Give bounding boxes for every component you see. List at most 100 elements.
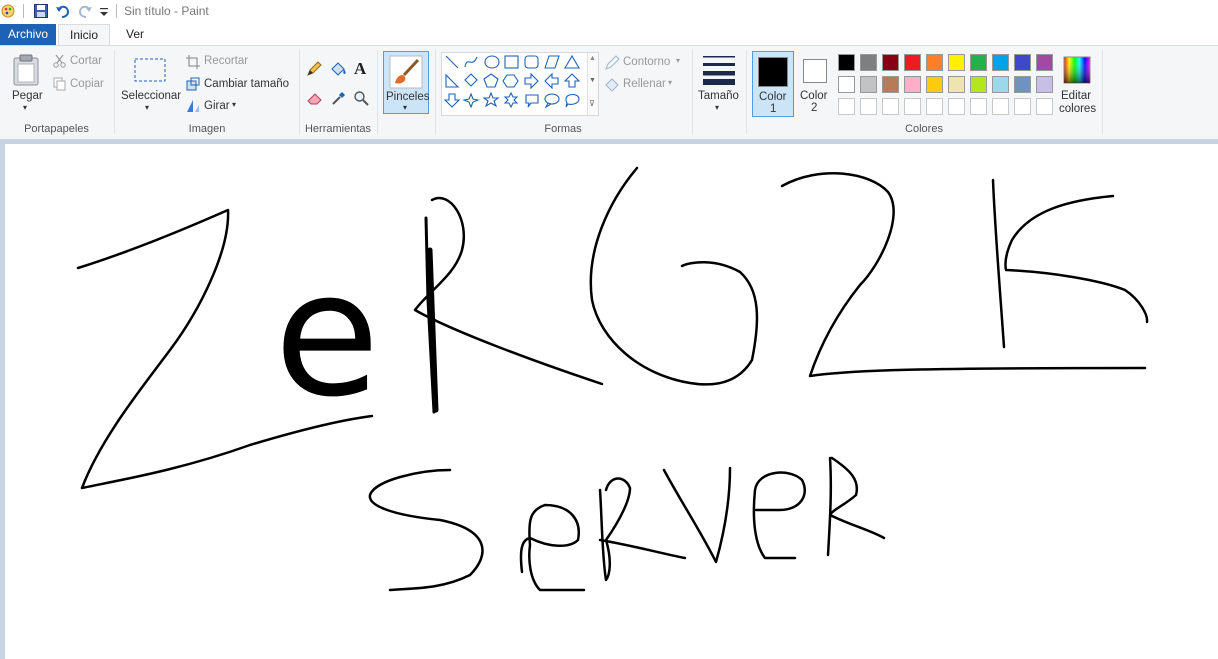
color-swatch[interactable] [948, 76, 965, 93]
shapes-scroll[interactable]: ▲ ▼ ⊽ [587, 53, 598, 115]
color-swatch[interactable] [838, 76, 855, 93]
color-swatch[interactable] [992, 76, 1009, 93]
resize-button[interactable]: Cambiar tamaño [204, 78, 289, 90]
color1-label-line1: Color [759, 91, 787, 103]
select-icon[interactable] [134, 58, 166, 82]
rotate-button[interactable]: Girar [204, 100, 230, 112]
title-bar: Sin título - Paint [0, 0, 1218, 24]
paste-button-label[interactable]: Pegar [12, 90, 43, 102]
canvas-text-e: e [274, 234, 380, 435]
color-picker-icon[interactable] [331, 90, 347, 106]
color-swatch[interactable] [1014, 76, 1031, 93]
fill-dropdown-arrow[interactable]: ▾ [668, 78, 672, 87]
outline-dropdown-arrow[interactable]: ▾ [676, 56, 680, 65]
shapes-more-icon[interactable]: ⊽ [589, 99, 595, 108]
custom-color-slot[interactable] [926, 98, 943, 115]
color2-button[interactable]: Color 2 [796, 51, 834, 117]
brushes-button[interactable]: Pinceles ▾ [383, 51, 429, 114]
redo-icon[interactable] [77, 3, 93, 19]
outline-button[interactable]: Contorno [623, 56, 670, 68]
canvas-area: e [0, 139, 1218, 659]
magnifier-icon[interactable] [353, 90, 369, 106]
custom-color-slot[interactable] [838, 98, 855, 115]
ribbon-tabs: Archivo Inicio Ver [0, 24, 1218, 46]
cut-button[interactable]: Cortar [70, 55, 102, 67]
shapes-scroll-up-icon[interactable]: ▲ [589, 55, 596, 62]
custom-color-slot[interactable] [860, 98, 877, 115]
color-swatch[interactable] [882, 76, 899, 93]
shapes-scroll-down-icon[interactable]: ▼ [589, 77, 596, 84]
paste-dropdown-arrow[interactable]: ▾ [23, 103, 27, 112]
window-title: Sin título - Paint [124, 4, 209, 18]
custom-color-slot[interactable] [992, 98, 1009, 115]
tab-archivo[interactable]: Archivo [0, 24, 56, 45]
shapes-gallery[interactable]: ▲ ▼ ⊽ [441, 52, 599, 116]
colors-group-label: Colores [905, 123, 943, 135]
color-swatch[interactable] [992, 54, 1009, 71]
text-tool-icon[interactable]: A [354, 59, 366, 79]
brushes-dropdown-arrow: ▾ [403, 103, 408, 112]
fill-icon [605, 78, 619, 92]
tab-ver[interactable]: Ver [115, 24, 155, 45]
color2-label-line2: 2 [811, 102, 818, 114]
custom-color-slot[interactable] [882, 98, 899, 115]
color2-swatch [803, 59, 827, 83]
tab-inicio[interactable]: Inicio [58, 24, 110, 46]
size-button-label[interactable]: Tamaño [698, 90, 739, 102]
color-swatch[interactable] [838, 54, 855, 71]
customize-quick-access-icon[interactable] [97, 3, 113, 19]
color-swatch[interactable] [1036, 54, 1053, 71]
clipboard-group-label: Portapapeles [24, 123, 89, 135]
paint-app-icon[interactable] [0, 3, 16, 19]
color-swatch[interactable] [970, 54, 987, 71]
select-button-label[interactable]: Seleccionar [121, 90, 181, 102]
eraser-icon[interactable] [306, 90, 324, 106]
select-dropdown-arrow[interactable]: ▾ [145, 103, 149, 112]
drawing-strokes: e [76, 166, 1149, 592]
shapes-group-label: Formas [544, 123, 582, 135]
shapes-gallery-icons [443, 54, 581, 109]
outline-icon [605, 55, 620, 70]
custom-color-slot[interactable] [948, 98, 965, 115]
edit-colors-label-line2[interactable]: colores [1059, 103, 1096, 115]
color1-button[interactable]: Color 1 [752, 51, 794, 117]
color-swatch[interactable] [926, 76, 943, 93]
brushes-label: Pinceles [386, 91, 430, 103]
crop-button[interactable]: Recortar [204, 55, 248, 67]
resize-icon [186, 77, 200, 91]
image-group-label: Imagen [188, 123, 226, 135]
pencil-icon[interactable] [306, 61, 322, 77]
color-swatch[interactable] [1014, 54, 1031, 71]
rotate-icon [187, 100, 199, 112]
copy-button[interactable]: Copiar [70, 78, 104, 90]
crop-icon [186, 55, 200, 69]
color-swatch[interactable] [926, 54, 943, 71]
edit-colors-icon[interactable] [1062, 55, 1092, 85]
edit-colors-label-line1[interactable]: Editar [1061, 90, 1091, 102]
size-dropdown-arrow[interactable]: ▾ [715, 103, 719, 112]
undo-icon[interactable] [55, 3, 71, 19]
color-swatch[interactable] [970, 76, 987, 93]
line-size-icon[interactable] [703, 55, 735, 85]
color-swatch[interactable] [860, 54, 877, 71]
copy-icon [53, 77, 66, 91]
tools-group-label: Herramientas [304, 123, 372, 135]
drawing-canvas[interactable]: e [5, 144, 1218, 659]
color-swatch[interactable] [1036, 76, 1053, 93]
save-icon[interactable] [33, 3, 49, 19]
color-swatch[interactable] [904, 54, 921, 71]
color-swatch[interactable] [882, 54, 899, 71]
rotate-dropdown-arrow[interactable]: ▾ [232, 100, 236, 109]
custom-color-slot[interactable] [904, 98, 921, 115]
custom-color-slot[interactable] [1014, 98, 1031, 115]
color2-label-line1: Color [800, 90, 828, 102]
paste-icon[interactable] [12, 54, 40, 86]
custom-color-slot[interactable] [1036, 98, 1053, 115]
color-swatch[interactable] [948, 54, 965, 71]
scissors-icon [53, 54, 66, 68]
color-swatch[interactable] [860, 76, 877, 93]
custom-color-slot[interactable] [970, 98, 987, 115]
fill-button[interactable]: Rellenar [623, 78, 666, 90]
color-swatch[interactable] [904, 76, 921, 93]
fill-bucket-icon[interactable] [329, 61, 347, 77]
